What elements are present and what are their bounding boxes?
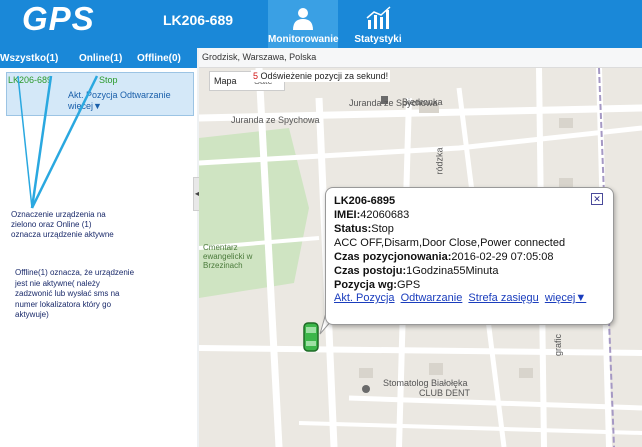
nav-statistics-button[interactable]: Statystyki <box>343 0 413 48</box>
refresh-countdown: 5 Odświeżenie pozycji za sekund! <box>251 70 391 82</box>
close-icon[interactable]: ✕ <box>591 193 603 205</box>
popup-more-link[interactable]: więcej▼ <box>545 292 586 304</box>
map-type-map-button[interactable]: Mapa <box>214 76 237 86</box>
nav-monitoring-label: Monitorowanie <box>268 34 339 45</box>
vehicle-marker-icon[interactable] <box>303 322 319 352</box>
refresh-text: Odświeżenie pozycji za sekund! <box>258 71 389 81</box>
poi-label: CLUB DENT <box>419 388 471 398</box>
location-text: Grodzisk, Warszawa, Polska <box>202 52 317 62</box>
street-label: Juranda ze Spychowa <box>231 115 320 125</box>
location-breadcrumb: Grodzisk, Warszawa, Polska <box>199 48 642 68</box>
street-label: grafic <box>553 333 564 357</box>
popup-position-time: Czas pozycjonowania:2016-02-29 07:05:08 <box>334 251 554 263</box>
nav-monitoring-button[interactable]: Monitorowanie <box>268 0 339 48</box>
popup-status: Status:Stop <box>334 223 394 235</box>
popup-position-link[interactable]: Akt. Pozycja <box>334 292 395 304</box>
poi-label: Biedronka <box>402 97 443 107</box>
app-logo: GPS <box>22 0 95 37</box>
street-label: ródzka <box>434 147 445 175</box>
popup-geofence-link[interactable]: Strefa zasięgu <box>468 292 538 304</box>
annotation-offline-note: Offline(1) oznacza, że urządzenie jest n… <box>15 268 135 319</box>
annotation-online-note: Oznaczenie urządzenia na zielono oraz On… <box>11 210 114 239</box>
nav-statistics-label: Statystyki <box>354 34 402 45</box>
popup-position-source: Pozycja wg:GPS <box>334 279 421 291</box>
popup-device-name: LK206-6895 <box>334 195 396 207</box>
popup-flags: ACC OFF,Disarm,Door Close,Power connecte… <box>334 237 566 249</box>
popup-imei: IMEI:42060683 <box>334 209 410 221</box>
popup-replay-link[interactable]: Odtwarzanie <box>401 292 463 304</box>
annotation-arrows <box>17 75 99 209</box>
popup-stop-time: Czas postoju:1Godzina55Minuta <box>334 265 499 277</box>
device-info-popup: LK206-6895 IMEI:42060683 Status:Stop ACC… <box>325 187 614 325</box>
chart-icon <box>366 6 391 29</box>
popup-links: Akt. Pozycja Odtwarzanie Strefa zasięgu … <box>334 292 589 304</box>
poi-label: Stomatolog Białołęka <box>383 378 468 388</box>
user-icon <box>293 8 313 30</box>
poi-label: Cmentarz ewangelicki w Brzezinach <box>203 243 253 270</box>
selected-device-title: LK206-689 <box>163 12 234 28</box>
